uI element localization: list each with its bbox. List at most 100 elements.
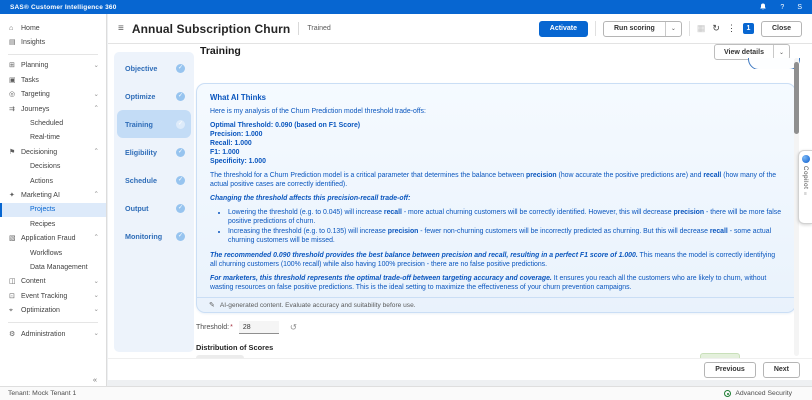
chevron-up-icon[interactable]: ⌃: [94, 192, 99, 199]
sidebar-items: ⌂ Home ▤ Insights ⊞ Planning ⌄ ▣ Tasks ◎ Targeting…: [0, 21, 106, 341]
sidebar-item-workflows[interactable]: Workflows: [0, 246, 106, 260]
sidebar-item-decisions[interactable]: Decisions: [0, 160, 106, 174]
ai-paragraph: The recommended 0.090 threshold provides…: [210, 252, 776, 269]
user-avatar[interactable]: S: [797, 4, 802, 11]
security-label: Advanced Security: [735, 390, 792, 397]
sidebar-item-label: Application Fraud: [21, 235, 76, 243]
ai-paragraph: Here is my analysis of the Churn Predict…: [210, 108, 426, 115]
scrollbar-thumb[interactable]: [794, 62, 799, 134]
sidebar-item-label: Scheduled: [30, 120, 64, 128]
chevron-up-icon[interactable]: ⌃: [94, 149, 99, 156]
sidebar-item-label: Planning: [21, 62, 49, 70]
sidebar-item-tasks[interactable]: ▣ Tasks: [0, 73, 106, 87]
content-icon: ◫: [9, 278, 16, 286]
sidebar-item-label: Tasks: [21, 76, 39, 84]
chevron-down-icon[interactable]: ⌄: [94, 292, 99, 300]
step-optimize[interactable]: Optimize ✓: [114, 82, 194, 110]
sidebar-item-home[interactable]: ⌂ Home: [0, 21, 106, 35]
sidebar-item-label: Content: [21, 278, 46, 286]
sidebar-item-insights[interactable]: ▤ Insights: [0, 35, 106, 49]
ai-metric-line: Precision: 1.000: [210, 130, 263, 138]
check-circle-icon: ✓: [176, 175, 185, 185]
sidebar-divider: [8, 321, 98, 323]
step-monitoring[interactable]: Monitoring ✓: [114, 222, 194, 250]
sidebar-item-event-tracking[interactable]: ⊡ Event Tracking ⌄: [0, 289, 106, 303]
step-label: Training: [125, 119, 153, 129]
sidebar-item-optimization[interactable]: ⌖ Optimization ⌄: [0, 303, 106, 317]
sidebar-item-recipes[interactable]: Recipes: [0, 217, 106, 231]
more-options-icon[interactable]: ⋮: [727, 24, 736, 33]
activate-button[interactable]: Activate: [538, 20, 588, 37]
refresh-icon[interactable]: ↻: [712, 24, 720, 33]
chevron-up-icon[interactable]: ⌃: [94, 235, 99, 242]
close-button[interactable]: Close: [760, 20, 802, 37]
sidebar-collapse-icon[interactable]: «: [93, 375, 97, 384]
sidebar-item-label: Home: [21, 24, 40, 32]
page-title: Training: [200, 45, 241, 57]
administration-icon: ⚙: [9, 330, 16, 338]
notification-count-badge[interactable]: 1: [742, 23, 754, 34]
sidebar-item-actions[interactable]: Actions: [0, 174, 106, 188]
next-button[interactable]: Next: [762, 361, 800, 378]
sidebar-item-real-time[interactable]: Real-time: [0, 131, 106, 145]
run-scoring-button[interactable]: Run scoring ⌄: [603, 20, 682, 37]
topbar-icons: ? S: [759, 3, 802, 11]
threshold-label: Threshold:: [196, 324, 230, 331]
ai-paragraph: For marketers, this threshold represents…: [210, 275, 767, 291]
copilot-icon: [801, 155, 810, 163]
sidebar-item-data-management[interactable]: Data Management: [0, 260, 106, 274]
scrolled-pill-button[interactable]: [748, 58, 800, 69]
step-output[interactable]: Output ✓: [114, 194, 194, 222]
sidebar-item-label: Journeys: [21, 105, 50, 113]
run-scoring-label: Run scoring: [614, 25, 655, 32]
chevron-down-icon[interactable]: ⌄: [664, 21, 681, 36]
sidebar-item-administration[interactable]: ⚙ Administration ⌄: [0, 327, 106, 341]
list-menu-icon[interactable]: ≡: [118, 23, 124, 34]
sidebar-item-projects[interactable]: Projects: [0, 202, 106, 218]
chevron-down-icon[interactable]: ⌄: [772, 45, 789, 59]
ai-metrics: Optimal Threshold: 0.090 (based on F1 Sc…: [210, 122, 782, 167]
copilot-tab[interactable]: Copilot ≡: [798, 150, 812, 224]
sidebar-item-marketing-ai[interactable]: ✦ Marketing AI ⌃: [0, 188, 106, 202]
security-dot-icon: [724, 390, 732, 397]
distribution-of-scores-title: Distribution of Scores: [196, 343, 274, 352]
sidebar-item-targeting[interactable]: ◎ Targeting ⌄: [0, 88, 106, 102]
reset-icon[interactable]: ↺: [290, 323, 297, 332]
sidebar-item-application-fraud[interactable]: ▧ Application Fraud ⌃: [0, 231, 106, 245]
threshold-field-row: Threshold: * ↺: [196, 321, 297, 334]
tasks-icon: ▣: [9, 76, 16, 84]
sidebar-item-label: Decisions: [30, 163, 61, 171]
previous-button[interactable]: Previous: [704, 361, 756, 378]
sidebar-item-scheduled[interactable]: Scheduled: [0, 116, 106, 130]
step-label: Monitoring: [125, 231, 163, 241]
step-objective[interactable]: Objective ✓: [114, 54, 194, 82]
chevron-up-icon[interactable]: ⌃: [94, 105, 99, 113]
sidebar-item-decisioning[interactable]: ⚑ Decisioning ⌃: [0, 145, 106, 159]
chevron-down-icon[interactable]: ⌄: [94, 278, 99, 286]
chevron-down-icon[interactable]: ⌄: [94, 91, 99, 99]
step-schedule[interactable]: Schedule ✓: [114, 166, 194, 194]
chevron-down-icon[interactable]: ⌄: [94, 307, 99, 314]
sidebar-item-content[interactable]: ◫ Content ⌄: [0, 275, 106, 289]
threshold-input[interactable]: [238, 321, 279, 334]
step-eligibility[interactable]: Eligibility ✓: [114, 138, 194, 166]
sidebar-item-label: Decisioning: [21, 148, 58, 156]
sidebar-item-label: Projects: [30, 206, 56, 214]
sidebar-item-label: Actions: [30, 177, 53, 185]
step-label: Output: [125, 203, 149, 213]
status-badge: Trained: [307, 25, 331, 32]
notifications-bell-icon[interactable]: [759, 3, 767, 11]
check-circle-icon: ✓: [176, 147, 185, 157]
step-training[interactable]: Training ✓: [117, 110, 191, 138]
chevron-down-icon[interactable]: ⌄: [94, 330, 99, 338]
sidebar-item-journeys[interactable]: ⇉ Journeys ⌃: [0, 102, 106, 116]
tenant-label: Tenant: Mock Tenant 1: [8, 390, 77, 397]
chevron-down-icon[interactable]: ⌄: [94, 62, 99, 70]
help-icon[interactable]: ?: [780, 4, 784, 11]
ai-bullet-item: Lowering the threshold (e.g. to 0.045) w…: [228, 209, 782, 227]
sidebar-item-label: Optimization: [21, 307, 60, 315]
sidebar-item-planning[interactable]: ⊞ Planning ⌄: [0, 59, 106, 73]
sidebar-item-label: Real-time: [30, 134, 60, 142]
check-circle-icon: ✓: [176, 231, 185, 241]
check-circle-icon: ✓: [176, 91, 185, 101]
